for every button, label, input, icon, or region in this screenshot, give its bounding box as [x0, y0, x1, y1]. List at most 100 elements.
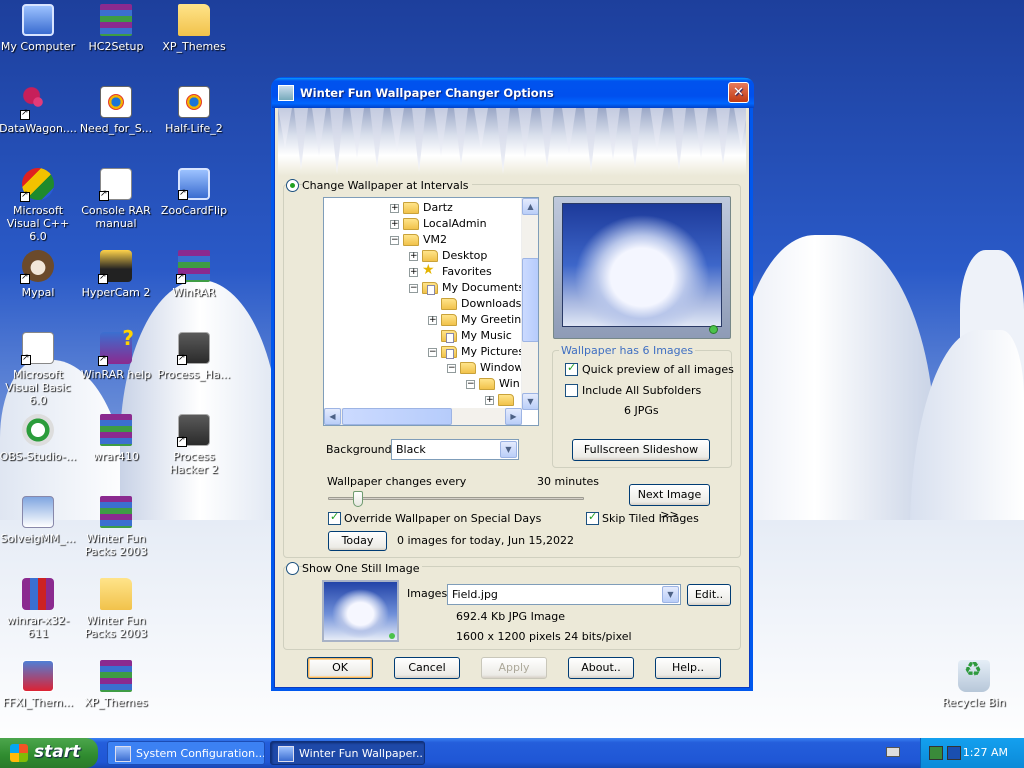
- scroll-right-button[interactable]: ▶: [505, 408, 522, 425]
- quick-preview-checkbox[interactable]: [565, 361, 578, 376]
- desktop-icon-solveigmm[interactable]: SolveigMM_...: [0, 496, 78, 545]
- ok-button[interactable]: OK: [307, 657, 373, 679]
- flower-icon: [20, 86, 54, 120]
- winrar-archive-icon: [100, 660, 132, 692]
- chevron-down-icon[interactable]: ▼: [662, 586, 679, 603]
- status-dot-icon: [709, 325, 718, 334]
- desktop-icon-winrar[interactable]: WinRAR: [154, 250, 234, 299]
- folder-tree[interactable]: + Dartz + LocalAdmin − VM2 + Desktop + ★ Favor…: [323, 197, 539, 426]
- still-image-thumbnail: [322, 580, 399, 642]
- process-hacker-icon: [177, 332, 210, 365]
- chevron-down-icon[interactable]: ▼: [500, 441, 517, 458]
- images-label: Images:: [407, 587, 451, 600]
- network-icon[interactable]: [929, 746, 943, 760]
- cancel-button[interactable]: Cancel: [394, 657, 460, 679]
- task-winter-fun-wallpaper[interactable]: Winter Fun Wallpaper...: [270, 741, 425, 765]
- camera-icon: [98, 250, 132, 284]
- fullscreen-slideshow-button[interactable]: Fullscreen Slideshow: [572, 439, 710, 461]
- desktop-icon-process-hacker-folder[interactable]: Process_Ha...: [154, 332, 234, 381]
- desktop-icon-process-hacker-2[interactable]: Process Hacker 2: [154, 414, 234, 476]
- override-special-days-checkbox[interactable]: [328, 510, 341, 525]
- desktop-icon-winter-fun-archive[interactable]: Winter Fun Packs 2003: [76, 496, 156, 558]
- desktop-icon-zoocardflip[interactable]: ZooCardFlip: [154, 168, 234, 217]
- wallpaper-preview[interactable]: [553, 196, 731, 339]
- horizontal-scroll-thumb[interactable]: [342, 408, 452, 425]
- desktop-icon-my-computer[interactable]: My Computer: [0, 4, 78, 53]
- jpg-count: 6 JPGs: [624, 404, 659, 417]
- interval-value: 30 minutes: [537, 475, 600, 488]
- folder-icon: [403, 218, 419, 230]
- skip-tiled-checkbox[interactable]: [586, 510, 599, 525]
- desktop-icon-datawagon[interactable]: DataWagon....: [0, 86, 78, 135]
- scroll-left-button[interactable]: ◀: [324, 408, 341, 425]
- winrar-installer-icon: [100, 414, 132, 446]
- status-dot-icon: [389, 633, 395, 639]
- include-subfolders-label[interactable]: Include All Subfolders: [582, 384, 701, 397]
- background-select[interactable]: Black ▼: [391, 439, 519, 460]
- help-icon: [98, 326, 134, 366]
- desktop-icon-wrar410[interactable]: wrar410: [76, 414, 156, 463]
- still-image-radio[interactable]: [286, 562, 299, 575]
- apply-button[interactable]: Apply: [481, 657, 547, 679]
- shortcut-arrow-icon: [176, 271, 186, 284]
- desktop-icon-console-rar[interactable]: Console RAR manual: [76, 168, 156, 230]
- tray-app-icon[interactable]: [947, 746, 961, 760]
- task-system-configuration[interactable]: System Configuration...: [107, 741, 265, 765]
- desktop-icon-winrar-x32[interactable]: winrar-x32-611: [0, 578, 78, 640]
- desktop-icon-hypercam[interactable]: HyperCam 2: [76, 250, 156, 299]
- image-file-select[interactable]: Field.jpg ▼: [447, 584, 681, 605]
- wallpaper-count-label: Wallpaper has 6 Images: [559, 344, 696, 357]
- skip-tiled-label[interactable]: Skip Tiled Images: [602, 512, 699, 525]
- shortcut-arrow-icon: [178, 187, 188, 200]
- shortcut-arrow-icon: [20, 271, 30, 284]
- desktop-icon-winter-fun-folder[interactable]: Winter Fun Packs 2003: [76, 578, 156, 640]
- system-config-icon: [115, 746, 131, 762]
- raccoon-icon: [20, 250, 54, 284]
- desktop-icon-visual-cpp[interactable]: Microsoft Visual C++ 6.0: [0, 168, 78, 243]
- desktop-icon-hc2setup[interactable]: HC2Setup: [76, 4, 156, 53]
- interval-radio[interactable]: [286, 179, 299, 192]
- music-folder-icon: [441, 330, 457, 343]
- desktop-icon-xp-themes-archive[interactable]: XP_Themes: [76, 660, 156, 709]
- folder-icon: [441, 298, 457, 310]
- shortcut-arrow-icon: [21, 352, 31, 365]
- shortcut-arrow-icon: [20, 189, 30, 202]
- override-special-days-label[interactable]: Override Wallpaper on Special Days: [344, 512, 541, 525]
- scroll-thumb[interactable]: [522, 258, 538, 342]
- desktop-icon-recycle-bin[interactable]: Recycle Bin: [934, 660, 1014, 709]
- interval-label: Wallpaper changes every: [327, 475, 467, 488]
- desktop-icon-half-life[interactable]: Half-Life_2: [154, 86, 234, 135]
- desktop-icon-ffxi-themes[interactable]: FFXI_Them...: [0, 660, 78, 709]
- interval-slider-thumb[interactable]: [352, 491, 363, 507]
- start-button[interactable]: start: [0, 738, 98, 768]
- desktop-icon-xp-themes-folder[interactable]: XP_Themes: [154, 4, 234, 53]
- scroll-down-button[interactable]: ▼: [522, 393, 538, 410]
- tree-horizontal-scrollbar[interactable]: ◀ ▶: [324, 408, 522, 425]
- quick-preview-label[interactable]: Quick preview of all images: [582, 363, 734, 376]
- next-image-button[interactable]: Next Image >>: [629, 484, 710, 521]
- tree-vertical-scrollbar[interactable]: ▲ ▼: [521, 198, 538, 410]
- taskbar: start System Configuration... Winter Fun…: [0, 738, 1024, 768]
- help-button[interactable]: Help..: [655, 657, 721, 679]
- shortcut-arrow-icon: [99, 188, 109, 201]
- dialog-titlebar[interactable]: Winter Fun Wallpaper Changer Options ✕: [272, 78, 754, 108]
- about-button[interactable]: About..: [568, 657, 634, 679]
- clock[interactable]: 1:27 AM: [963, 746, 1008, 759]
- desktop-icon-visual-basic[interactable]: Microsoft Visual Basic 6.0: [0, 332, 78, 407]
- keyboard-icon[interactable]: [886, 747, 900, 757]
- today-button[interactable]: Today: [328, 531, 387, 551]
- desktop-icon-winrar-help[interactable]: WinRAR help: [76, 326, 156, 381]
- include-subfolders-checkbox[interactable]: [565, 384, 578, 397]
- close-button[interactable]: ✕: [728, 82, 749, 103]
- winrar-installer-icon: [22, 578, 54, 610]
- desktop-icon-need-for-speed[interactable]: Need_for_S...: [76, 86, 156, 135]
- desktop-icon-obs-studio[interactable]: OBS-Studio-...: [0, 414, 78, 463]
- scroll-up-button[interactable]: ▲: [522, 198, 538, 215]
- folder-icon: [460, 362, 476, 374]
- still-image-radio-label[interactable]: Show One Still Image: [302, 562, 423, 575]
- system-tray: 1:27 AM: [920, 738, 1024, 768]
- interval-slider-track[interactable]: [328, 497, 584, 500]
- interval-radio-label[interactable]: Change Wallpaper at Intervals: [302, 179, 472, 192]
- desktop-icon-mypal[interactable]: Mypal: [0, 250, 78, 299]
- edit-button[interactable]: Edit..: [687, 584, 731, 606]
